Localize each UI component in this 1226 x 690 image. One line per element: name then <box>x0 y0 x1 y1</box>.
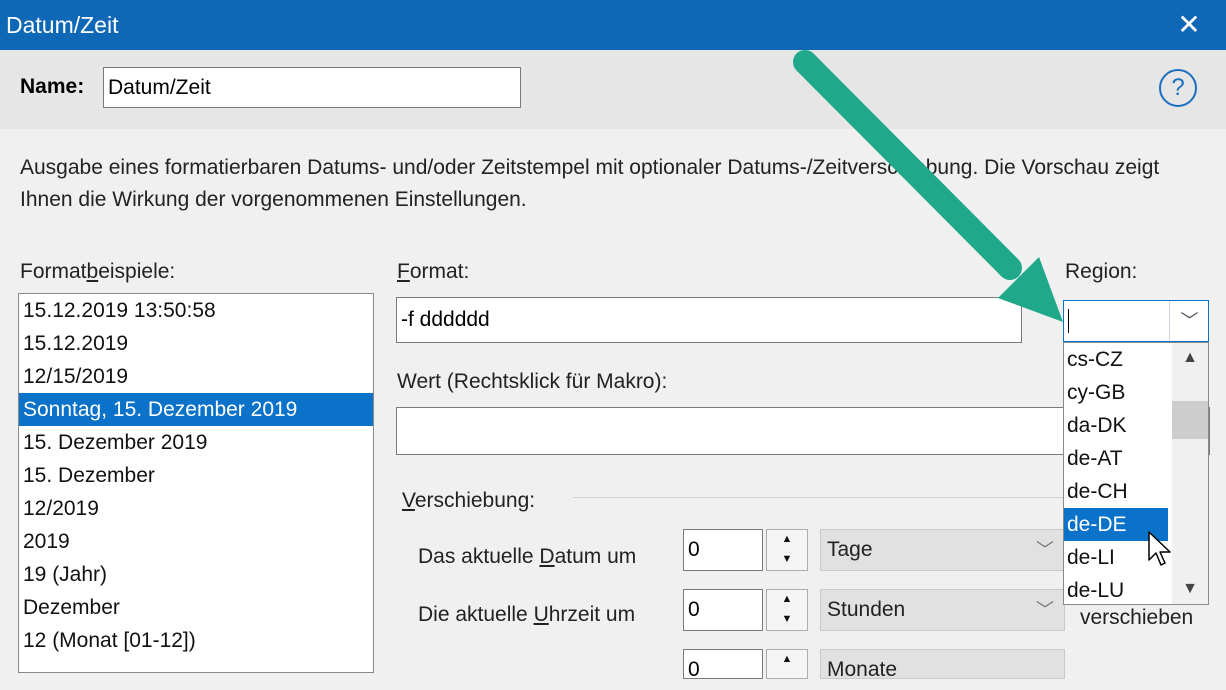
annotation-arrow <box>793 50 1063 322</box>
